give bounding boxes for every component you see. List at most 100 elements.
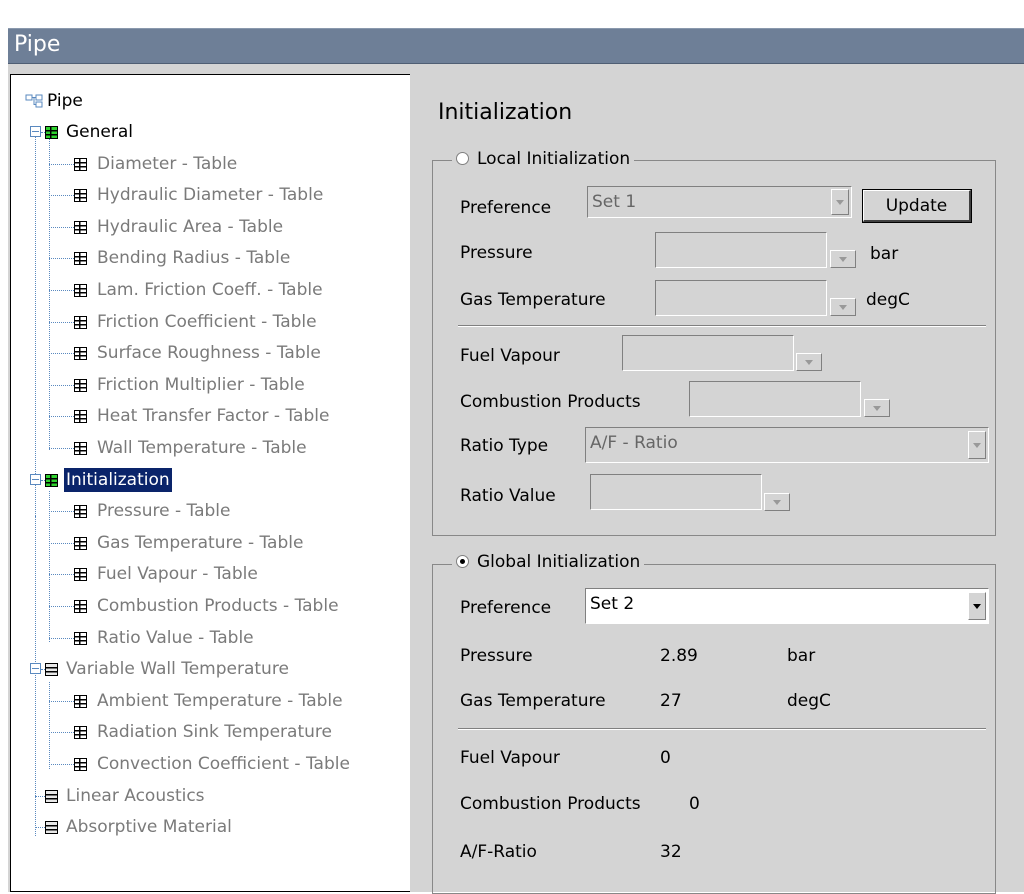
local-pressure-label: Pressure bbox=[460, 243, 533, 263]
table-icon bbox=[74, 220, 87, 234]
folder-table-icon bbox=[45, 473, 58, 487]
local-pressure-unit: bar bbox=[870, 244, 899, 264]
tree-item-label: General bbox=[66, 122, 133, 142]
tree-item-label: Pressure - Table bbox=[97, 501, 231, 522]
window-title: Pipe bbox=[14, 32, 61, 57]
tree-item-label: Hydraulic Area - Table bbox=[97, 216, 284, 237]
tree-panel[interactable]: Pipe General Diameter - Table Hydraulic Dia… bbox=[10, 74, 410, 892]
tree-item-label: Heat Transfer Factor - Table bbox=[97, 406, 330, 427]
chevron-down-icon[interactable] bbox=[796, 353, 822, 371]
table-icon bbox=[74, 631, 87, 645]
tree-item-label: Lam. Friction Coeff. - Table bbox=[97, 280, 323, 300]
global-pressure-label: Pressure bbox=[460, 646, 533, 666]
document-icon bbox=[45, 821, 58, 835]
document-icon bbox=[45, 789, 58, 803]
local-fuel-vapour-input[interactable] bbox=[622, 335, 794, 371]
local-ratio-value-input[interactable] bbox=[590, 474, 762, 510]
local-preference-label: Preference bbox=[460, 198, 552, 218]
chevron-down-icon[interactable] bbox=[830, 298, 856, 316]
local-init-radio[interactable]: Local Initialization bbox=[452, 148, 635, 170]
global-combustion-label: Combustion Products bbox=[460, 794, 641, 814]
chevron-down-icon[interactable] bbox=[830, 250, 856, 268]
tree-item-label: Bending Radius - Table bbox=[97, 248, 291, 269]
tree-item-label: Friction Multiplier - Table bbox=[97, 374, 305, 395]
collapse-icon[interactable] bbox=[30, 663, 41, 675]
table-icon bbox=[74, 284, 87, 297]
table-icon bbox=[74, 536, 87, 550]
document-icon bbox=[45, 663, 58, 677]
table-icon bbox=[74, 157, 87, 171]
tree-item-label: Radiation Sink Temperature bbox=[97, 722, 332, 743]
global-gas-temp-unit: degC bbox=[787, 691, 831, 711]
tree-item-label: Wall Temperature - Table bbox=[97, 438, 307, 458]
global-ratio-value: 32 bbox=[660, 842, 682, 862]
tree-item-label: Fuel Vapour - Table bbox=[97, 564, 258, 585]
table-icon bbox=[74, 410, 87, 424]
chevron-down-icon[interactable] bbox=[831, 189, 849, 215]
table-icon bbox=[74, 694, 87, 708]
table-icon bbox=[74, 726, 87, 740]
local-radio-button[interactable] bbox=[456, 151, 469, 165]
local-ratio-value-label: Ratio Value bbox=[460, 486, 556, 506]
local-init-label: Local Initialization bbox=[477, 149, 631, 169]
local-ratio-type-label: Ratio Type bbox=[460, 436, 549, 456]
tree-item-label: Ratio Value - Table bbox=[97, 627, 254, 648]
tree-item-label: Diameter - Table bbox=[97, 153, 238, 174]
local-combustion-input[interactable] bbox=[689, 381, 861, 417]
tree-item-label: Gas Temperature - Table bbox=[97, 532, 304, 553]
chevron-down-icon[interactable] bbox=[968, 431, 986, 459]
local-preference-value: Set 1 bbox=[592, 192, 637, 212]
global-separator bbox=[458, 728, 986, 730]
global-init-radio[interactable]: Global Initialization bbox=[452, 551, 645, 573]
global-combustion-value: 0 bbox=[689, 794, 700, 814]
global-init-label: Global Initialization bbox=[477, 552, 641, 572]
tree-item-label: Friction Coefficient - Table bbox=[97, 311, 317, 332]
local-separator bbox=[458, 325, 986, 327]
collapse-icon[interactable] bbox=[30, 126, 41, 137]
global-pressure-value: 2.89 bbox=[660, 646, 698, 666]
tree-item-label: Absorptive Material bbox=[66, 817, 232, 838]
global-fuel-vapour-label: Fuel Vapour bbox=[460, 748, 560, 768]
chevron-down-icon[interactable] bbox=[968, 592, 986, 620]
section-title: Initialization bbox=[438, 100, 573, 125]
tree-item-label: Hydraulic Diameter - Table bbox=[97, 185, 324, 206]
tree-item-label: Combustion Products - Table bbox=[97, 596, 339, 616]
local-preference-select[interactable]: Set 1 bbox=[587, 186, 852, 218]
global-radio-button[interactable] bbox=[456, 554, 469, 568]
global-pressure-unit: bar bbox=[787, 646, 816, 666]
local-ratio-type-value: A/F - Ratio bbox=[590, 433, 678, 453]
tree-item-label: Surface Roughness - Table bbox=[97, 343, 321, 364]
local-fuel-vapour-label: Fuel Vapour bbox=[460, 346, 560, 366]
tree-root-label: Pipe bbox=[47, 91, 83, 111]
local-combustion-label: Combustion Products bbox=[460, 392, 641, 412]
tree-item-label: Variable Wall Temperature bbox=[66, 659, 289, 680]
table-icon bbox=[74, 505, 87, 519]
table-icon bbox=[74, 442, 87, 455]
global-preference-value: Set 2 bbox=[590, 594, 635, 614]
global-preference-select[interactable]: Set 2 bbox=[585, 588, 989, 624]
tree-item-label: Initialization bbox=[63, 466, 173, 493]
tree-item-label: Ambient Temperature - Table bbox=[97, 690, 343, 711]
local-pressure-input[interactable] bbox=[655, 232, 827, 268]
global-ratio-label: A/F-Ratio bbox=[460, 842, 537, 862]
global-gas-temp-value: 27 bbox=[660, 691, 682, 711]
local-gas-temp-input[interactable] bbox=[655, 280, 827, 316]
tree-item-label: Linear Acoustics bbox=[66, 785, 205, 806]
table-icon bbox=[74, 252, 87, 266]
local-gas-temp-label: Gas Temperature bbox=[460, 290, 606, 310]
table-icon bbox=[74, 568, 87, 582]
collapse-icon[interactable] bbox=[30, 473, 41, 485]
tree-item-label: Convection Coefficient - Table bbox=[97, 754, 350, 774]
folder-table-icon bbox=[45, 126, 58, 139]
table-icon bbox=[74, 600, 87, 613]
local-gas-temp-unit: degC bbox=[866, 290, 910, 310]
update-button[interactable]: Update bbox=[862, 189, 972, 223]
tree-root-icon bbox=[25, 94, 43, 108]
table-icon bbox=[74, 347, 87, 361]
global-preference-label: Preference bbox=[460, 598, 552, 618]
table-icon bbox=[74, 315, 87, 329]
chevron-down-icon[interactable] bbox=[764, 493, 790, 511]
chevron-down-icon[interactable] bbox=[864, 399, 890, 417]
table-icon bbox=[74, 378, 87, 392]
local-ratio-type-select[interactable]: A/F - Ratio bbox=[585, 427, 989, 463]
